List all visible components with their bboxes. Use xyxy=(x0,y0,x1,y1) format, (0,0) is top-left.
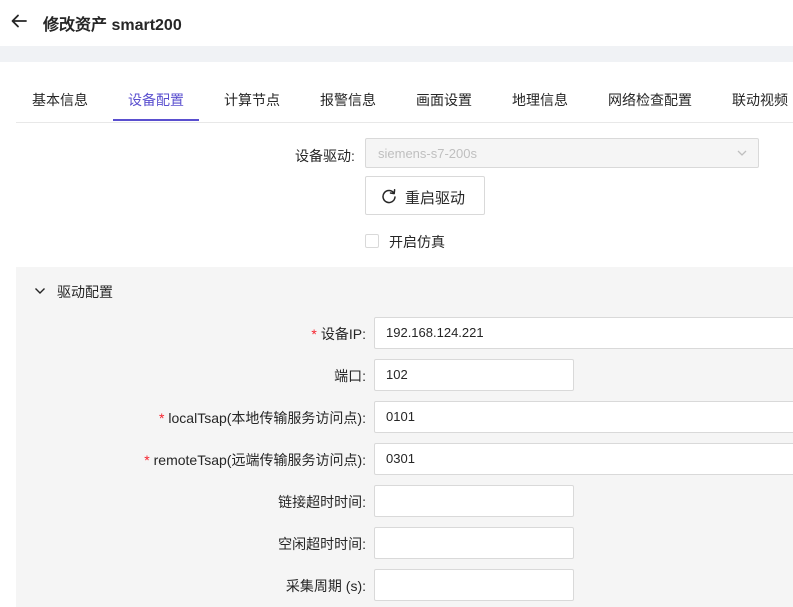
driver-select-value: siemens-s7-200s xyxy=(378,146,477,161)
collect-period-input[interactable] xyxy=(374,569,574,601)
idle-timeout-label: 空闲超时时间: xyxy=(278,536,366,552)
link-timeout-input[interactable] xyxy=(374,485,574,517)
device-ip-input[interactable]: 192.168.124.221 xyxy=(374,317,793,349)
remote-tsap-label-text: remoteTsap(远端传输服务访问点): xyxy=(153,452,366,468)
required-mark: * xyxy=(144,452,150,468)
tab-bar: 基本信息 设备配置 计算节点 报警信息 画面设置 地理信息 网络检查配置 联动视… xyxy=(16,62,793,123)
idle-timeout-input[interactable] xyxy=(374,527,574,559)
tab-alarm-info[interactable]: 报警信息 xyxy=(320,90,376,110)
local-tsap-input[interactable]: 0101 xyxy=(374,401,793,433)
port-input[interactable]: 102 xyxy=(374,359,574,391)
remote-tsap-input[interactable]: 0301 xyxy=(374,443,793,475)
arrow-left-icon[interactable] xyxy=(10,12,28,30)
driver-label: 设备驱动: xyxy=(295,148,355,164)
tab-basic-info[interactable]: 基本信息 xyxy=(32,90,88,110)
local-tsap-label: * localTsap(本地传输服务访问点): xyxy=(159,408,366,428)
link-timeout-label: 链接超时时间: xyxy=(278,494,366,510)
header-divider xyxy=(0,46,793,62)
simulate-label[interactable]: 开启仿真 xyxy=(389,232,445,252)
chevron-down-icon xyxy=(737,150,747,156)
restart-driver-label: 重启驱动 xyxy=(405,190,466,207)
page-header: 修改资产 smart200 xyxy=(0,0,793,46)
active-tab-indicator xyxy=(113,119,199,121)
restart-driver-button[interactable]: 重启驱动 xyxy=(365,176,485,215)
simulate-checkbox[interactable] xyxy=(365,234,379,248)
tab-device-config[interactable]: 设备配置 xyxy=(128,90,184,110)
asset-edit-card: 基本信息 设备配置 计算节点 报警信息 画面设置 地理信息 网络检查配置 联动视… xyxy=(0,62,793,607)
driver-select[interactable]: siemens-s7-200s xyxy=(365,138,759,168)
tab-screen-settings[interactable]: 画面设置 xyxy=(416,90,472,110)
remote-tsap-label: * remoteTsap(远端传输服务访问点): xyxy=(144,450,366,470)
tab-compute-node[interactable]: 计算节点 xyxy=(224,90,280,110)
device-ip-label: * 设备IP: xyxy=(311,324,366,344)
required-mark: * xyxy=(158,410,165,426)
panel-title[interactable]: 驱动配置 xyxy=(57,282,113,302)
reload-icon xyxy=(382,189,396,204)
port-label: 端口: xyxy=(334,368,366,384)
collect-period-label: 采集周期 (s): xyxy=(285,578,366,594)
local-tsap-label-text: localTsap(本地传输服务访问点): xyxy=(168,410,366,426)
tab-network-check[interactable]: 网络检查配置 xyxy=(608,90,692,110)
page-title: 修改资产 smart200 xyxy=(43,17,182,34)
chevron-down-icon[interactable] xyxy=(34,285,46,297)
device-ip-label-text: 设备IP: xyxy=(320,326,366,342)
required-mark: * xyxy=(311,326,317,342)
tab-linked-video[interactable]: 联动视频 xyxy=(732,90,788,110)
tab-geo-info[interactable]: 地理信息 xyxy=(512,90,568,110)
